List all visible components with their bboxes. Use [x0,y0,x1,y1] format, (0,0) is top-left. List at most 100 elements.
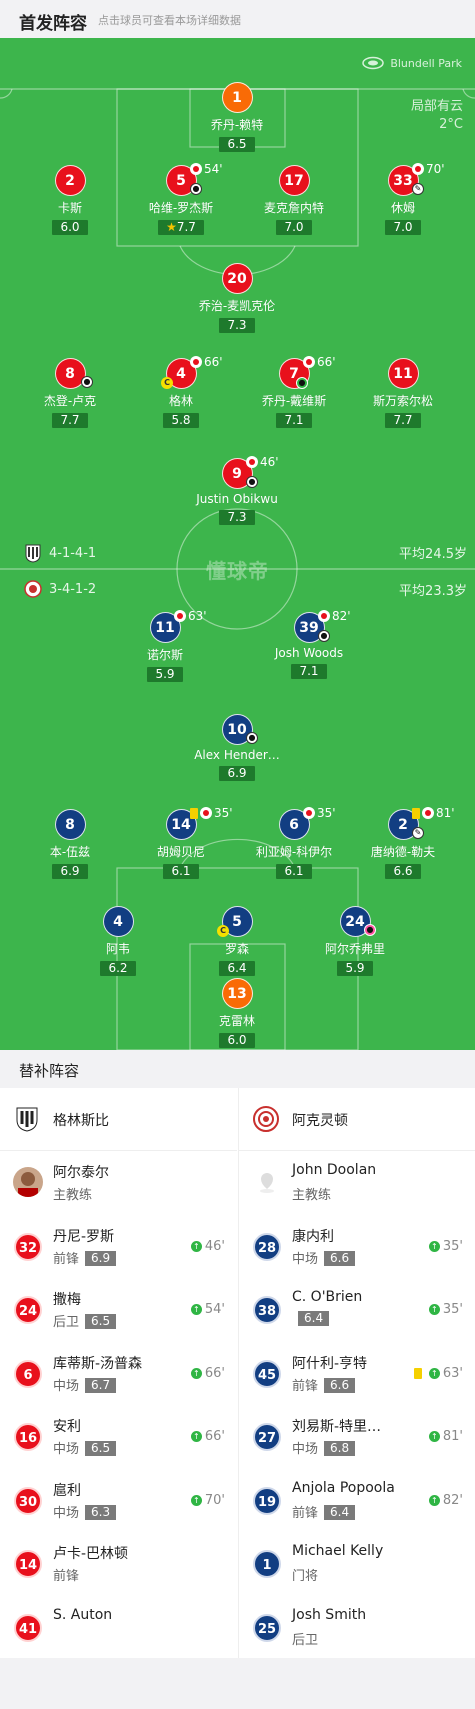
home-player[interactable]: 33 70' ✎ 休姆 7.0 [343,162,463,235]
sub-event: 54' [190,162,223,176]
sub-player-row[interactable]: 32 丹尼-罗斯 前锋 6.9 ↑ 46' [0,1215,237,1279]
player-rating: ★7.7 [158,220,204,235]
player-rating: 6.0 [219,1033,255,1048]
away-formation: 3-4-1-2 [49,581,97,597]
sub-player-row[interactable]: 24 撒梅 后卫 6.5 ↑ 54' [0,1278,237,1342]
home-player[interactable]: 5 54' ● 哈维-罗杰斯 ★7.7 [121,162,241,235]
sub-player-row[interactable]: 28 康内利 中场 6.6 ↑ 35' [239,1215,475,1279]
sub-name: Michael Kelly [292,1543,384,1559]
sub-player-row[interactable]: 16 安利 中场 6.5 ↑ 66' [0,1405,237,1469]
home-player[interactable]: 17 麦克詹内特 7.0 [234,165,354,235]
sub-player-row[interactable]: 1 Michael Kelly 门将 [239,1532,475,1596]
sub-position: 中场 [53,1378,80,1394]
sub-position-row: 前锋 [53,1565,79,1584]
sub-player-row[interactable]: 14 卢卡-巴林顿 前锋 [0,1532,237,1596]
home-player[interactable]: 20 乔治-麦凯克伦 7.3 [177,263,297,333]
sub-number: 41 [14,1613,42,1642]
sub-minute: 63' [188,609,207,623]
player-name: 休姆 [390,201,415,215]
sub-player-row[interactable]: 6 库蒂斯-汤普森 中场 6.7 ↑ 66' [0,1342,237,1406]
player-name: 乔治-麦凯克伦 [198,299,276,313]
sub-player-row[interactable]: 38 C. O'Brien 6.4 ↑ 35' [239,1278,475,1342]
home-formation-row: 4-1-4-1 [24,543,96,563]
away-player[interactable]: 10 ● Alex Hender… 6.9 [177,714,297,781]
lineup-header: 首发阵容 点击球员可查看本场详细数据 [0,0,475,38]
sub-player-row[interactable]: 27 刘易斯-特里… 中场 6.8 ↑ 81' [239,1405,475,1469]
coach-avatar [252,1167,282,1197]
away-player[interactable]: 8 本-伍兹 6.9 [10,809,130,879]
player-name: 克雷林 [218,1014,255,1028]
home-player[interactable]: 7 66' ● 乔丹-戴维斯 7.1 [234,355,354,428]
home-team-logo-icon [16,1107,38,1132]
sub-name: 撒梅 [53,1292,81,1308]
sub-event: 66' [303,355,336,369]
sub-on-minute: 54' [204,1302,225,1317]
lineup-hint: 点击球员可查看本场详细数据 [98,14,241,27]
sub-player-row[interactable]: 30 扈利 中场 6.3 ↑ 70' [0,1469,237,1533]
away-player[interactable]: 2 81' ✎ 唐纳德-勒夫 6.6 [343,806,463,879]
away-player[interactable]: 4 阿韦 6.2 [58,906,178,976]
sub-name: 阿什利-亨特 [292,1355,368,1372]
away-team-row[interactable]: 阿克灵顿 [239,1088,475,1151]
yellow-card-icon [412,807,420,819]
sub-position-row: 中场 6.8 [292,1438,356,1457]
player-rating: 5.9 [147,667,183,682]
sub-off-icon [303,807,315,819]
sub-on-event: ↑ 35' [428,1302,463,1317]
away-player[interactable]: 24 ● 阿尔乔弗里 5.9 [295,906,415,976]
sub-on-icon: ↑ [428,1494,440,1506]
sub-player-row[interactable]: 25 Josh Smith 后卫 [239,1596,475,1660]
away-player[interactable]: 14 35' 胡姆贝尼 6.1 [121,806,241,879]
home-player[interactable]: 2 卡斯 6.0 [10,165,130,235]
player-name: Alex Hender… [194,748,280,762]
goal-icon: ● [296,377,308,389]
sub-rating: 6.6 [324,1250,356,1266]
player-rating: 7.7 [385,413,421,428]
sub-player-row[interactable]: 19 Anjola Popoola 前锋 6.4 ↑ 82' [239,1469,475,1533]
home-avg-age: 平均24.5岁 [399,547,467,562]
home-team-row[interactable]: 格林斯比 [0,1088,237,1151]
sub-off-icon [422,807,434,819]
captain-icon: C [161,377,173,389]
person-icon [18,1172,38,1197]
sub-off-icon [318,610,330,622]
home-player[interactable]: 11 斯万索尔松 7.7 [343,358,463,428]
sub-off-icon [246,456,258,468]
sub-on-event: ↑ 81' [428,1429,463,1444]
away-player[interactable]: 39 82' ● Josh Woods 7.1 [249,609,369,679]
player-name: 阿尔乔弗里 [324,942,385,956]
sub-position: 中场 [53,1442,80,1457]
home-player[interactable]: 4 C 66' 格林 5.8 [121,355,241,428]
sub-rating: 6.5 [85,1441,117,1456]
subs-header: 替补阵容 [0,1050,475,1088]
player-rating: 7.3 [219,318,255,333]
sub-off-icon [303,356,315,368]
player-rating: 7.7 [52,413,88,428]
player-name: 卡斯 [57,201,82,215]
sub-event: 35' [190,806,233,820]
sub-event: 63' [174,609,207,623]
home-player[interactable]: 8 ● 杰登-卢克 7.7 [10,358,130,428]
sub-position: 前锋 [292,1505,319,1521]
away-coach-row[interactable]: John Doolan 主教练 [239,1151,475,1215]
away-player[interactable]: 5 C 罗森 6.4 [177,906,297,976]
sub-position: 后卫 [292,1632,319,1648]
sub-event: 66' [190,355,223,369]
away-formation-row: 3-4-1-2 [24,580,96,598]
sub-minute: 54' [204,162,223,176]
home-player[interactable]: 9 46' ● Justin Obikwu 7.3 [177,455,297,525]
home-player[interactable]: 1 乔丹-赖特 6.5 [177,82,297,152]
away-subs-column: 阿克灵顿 John Doolan 主教练 28 康内利 中场 6.6 ↑ 35' 38 C. … [238,1088,475,1658]
sub-player-row[interactable]: 41 S. Auton [0,1596,237,1660]
sub-position: 后卫 [53,1315,80,1330]
away-player[interactable]: 13 克雷林 6.0 [177,978,297,1048]
pitch: Blundell Park 局部有云 2°C 懂球帝 4-1-4-1 平均24.… [0,38,475,1050]
home-coach-row[interactable]: 阿尔泰尔 主教练 [0,1151,237,1215]
sub-number: 38 [253,1296,281,1324]
sub-name: 扈利 [53,1482,81,1499]
sub-on-event: ↑ 63' [413,1366,463,1381]
sub-player-row[interactable]: 45 阿什利-亨特 前锋 6.6 ↑ 63' [239,1342,475,1406]
away-player[interactable]: 11 63' 诺尔斯 5.9 [105,609,225,682]
sub-on-minute: 35' [442,1238,463,1254]
away-player[interactable]: 6 35' 利亚姆-科伊尔 6.1 [234,806,354,879]
